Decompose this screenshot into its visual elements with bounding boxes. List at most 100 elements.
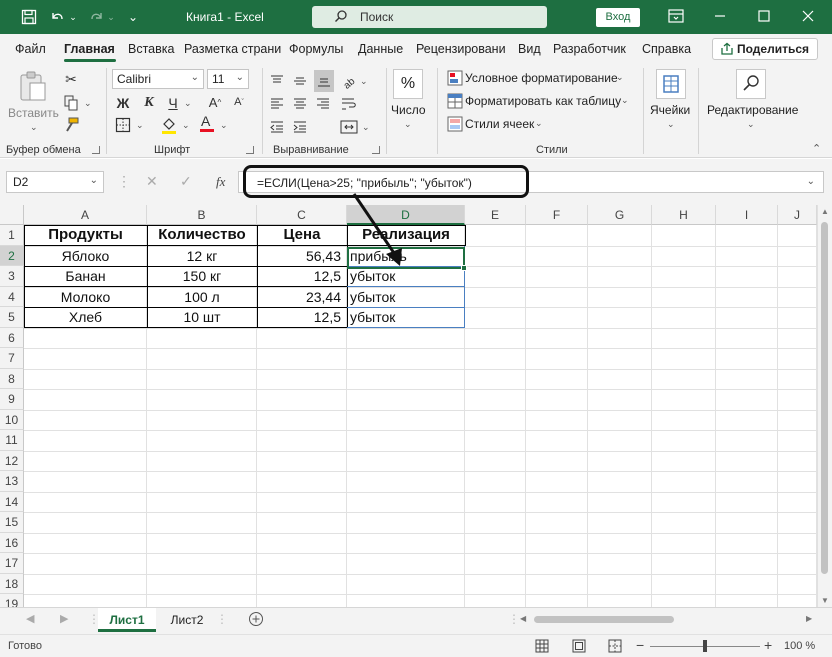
zoom-out-icon[interactable]: − xyxy=(636,637,644,653)
increase-indent-icon[interactable] xyxy=(291,118,309,136)
cut-icon[interactable]: ✂ xyxy=(62,70,80,88)
row-header-3[interactable]: 3 xyxy=(0,266,24,287)
format-table-dropdown-icon[interactable]: ⌄ xyxy=(621,95,629,106)
vertical-scroll-thumb[interactable] xyxy=(821,222,828,574)
undo-dropdown-icon[interactable]: ⌄ xyxy=(68,8,78,26)
copy-dropdown-icon[interactable]: ⌄ xyxy=(84,98,92,109)
cell-c4[interactable]: 23,44 xyxy=(257,287,347,308)
tab-page-layout[interactable]: Разметка страни xyxy=(184,42,281,56)
cell-styles-button[interactable]: Стили ячеек xyxy=(465,117,534,131)
tab-insert[interactable]: Вставка xyxy=(128,42,174,56)
font-size-combo[interactable]: 11 ⌄ xyxy=(207,69,249,89)
prev-sheet-icon[interactable]: ◀ xyxy=(26,612,34,625)
next-sheet-icon[interactable]: ▶ xyxy=(60,612,68,625)
redo-icon[interactable] xyxy=(88,8,106,26)
minimize-icon[interactable] xyxy=(713,9,727,23)
align-right-icon[interactable] xyxy=(314,95,332,113)
decrease-indent-icon[interactable] xyxy=(268,118,286,136)
cancel-icon[interactable]: ✕ xyxy=(146,173,158,190)
tab-home[interactable]: Главная xyxy=(64,42,115,56)
normal-view-icon[interactable] xyxy=(535,639,549,656)
cell-styles-dropdown-icon[interactable]: ⌄ xyxy=(535,118,543,129)
header-cell-b1[interactable]: Количество xyxy=(147,225,257,246)
tab-data[interactable]: Данные xyxy=(358,42,403,56)
row-header-6[interactable]: 6 xyxy=(0,327,24,348)
cell-d5[interactable]: убыток xyxy=(347,307,465,328)
insert-function-icon[interactable]: fx xyxy=(216,174,225,190)
row-header-12[interactable]: 12 xyxy=(0,450,24,471)
share-button[interactable]: Поделиться xyxy=(712,38,818,60)
number-format-button[interactable]: Число xyxy=(391,103,426,117)
cell-c3[interactable]: 12,5 xyxy=(257,266,347,287)
column-header-a[interactable]: A xyxy=(24,205,147,225)
row-header-15[interactable]: 15 xyxy=(0,512,24,533)
enter-check-icon[interactable]: ✓ xyxy=(180,173,192,190)
search-box[interactable]: Поиск xyxy=(312,6,547,28)
tab-view[interactable]: Вид xyxy=(518,42,541,56)
zoom-slider-thumb[interactable] xyxy=(703,640,707,652)
row-header-7[interactable]: 7 xyxy=(0,348,24,369)
cells-icon[interactable] xyxy=(656,69,686,99)
paste-dropdown-icon[interactable]: ⌄ xyxy=(30,122,38,133)
column-header-g[interactable]: G xyxy=(588,205,652,225)
sheet-tab-2[interactable]: Лист2 xyxy=(158,608,216,632)
percent-icon[interactable]: % xyxy=(393,69,423,99)
cell-b2[interactable]: 12 кг xyxy=(147,246,257,267)
cells-button[interactable]: Ячейки xyxy=(650,103,690,117)
name-box[interactable]: D2 ⌄ xyxy=(6,171,104,193)
align-top-icon[interactable] xyxy=(268,72,286,90)
decrease-font-size-icon[interactable]: Aˇ xyxy=(230,93,248,111)
wrap-text-icon[interactable] xyxy=(340,95,358,113)
column-header-j[interactable]: J xyxy=(778,205,817,225)
row-header-14[interactable]: 14 xyxy=(0,491,24,512)
row-header-13[interactable]: 13 xyxy=(0,471,24,492)
tab-developer[interactable]: Разработчик xyxy=(553,42,626,56)
add-sheet-icon[interactable] xyxy=(248,611,264,630)
expand-formula-bar-icon[interactable]: ⌄ xyxy=(807,176,815,187)
font-color-dropdown-icon[interactable]: ⌄ xyxy=(220,120,228,131)
select-all-corner[interactable] xyxy=(0,205,24,225)
zoom-level[interactable]: 100 % xyxy=(784,640,815,652)
fill-color-icon[interactable] xyxy=(160,116,178,134)
font-launcher-icon[interactable] xyxy=(246,146,254,154)
editing-dropdown-icon[interactable]: ⌄ xyxy=(747,119,755,130)
row-header-4[interactable]: 4 xyxy=(0,286,24,307)
formula-bar-splitter-icon[interactable]: ⋮ xyxy=(117,173,131,190)
orientation-dropdown-icon[interactable]: ⌄ xyxy=(360,76,368,87)
undo-icon[interactable] xyxy=(48,8,66,26)
italic-button[interactable]: К xyxy=(140,94,158,112)
row-header-17[interactable]: 17 xyxy=(0,553,24,574)
scroll-right-icon[interactable]: ▶ xyxy=(806,614,812,623)
align-left-icon[interactable] xyxy=(268,95,286,113)
row-header-16[interactable]: 16 xyxy=(0,532,24,553)
page-layout-view-icon[interactable] xyxy=(572,639,586,656)
hscroll-splitter-icon[interactable]: ⋮ xyxy=(508,612,520,626)
collapse-ribbon-icon[interactable]: ⌃ xyxy=(812,142,821,155)
row-header-5[interactable]: 5 xyxy=(0,307,24,328)
font-color-icon[interactable]: A xyxy=(198,113,216,132)
cell-a5[interactable]: Хлеб xyxy=(24,307,147,328)
cell-d4[interactable]: убыток xyxy=(347,287,465,308)
bold-button[interactable]: Ж xyxy=(114,94,132,112)
sheet-tab-1[interactable]: Лист1 xyxy=(98,608,156,632)
zoom-in-icon[interactable]: + xyxy=(764,637,772,653)
row-header-9[interactable]: 9 xyxy=(0,389,24,410)
column-header-f[interactable]: F xyxy=(526,205,588,225)
column-header-i[interactable]: I xyxy=(716,205,778,225)
column-header-b[interactable]: B xyxy=(147,205,257,225)
underline-dropdown-icon[interactable]: ⌄ xyxy=(184,98,192,109)
scroll-left-icon[interactable]: ◀ xyxy=(520,614,526,623)
align-center-icon[interactable] xyxy=(291,95,309,113)
copy-icon[interactable] xyxy=(62,94,80,112)
paste-icon[interactable] xyxy=(18,70,48,105)
cell-a3[interactable]: Банан xyxy=(24,266,147,287)
alignment-launcher-icon[interactable] xyxy=(372,146,380,154)
cells-dropdown-icon[interactable]: ⌄ xyxy=(667,119,675,130)
tab-review[interactable]: Рецензировани xyxy=(416,42,506,56)
page-break-view-icon[interactable] xyxy=(608,639,622,656)
tab-formulas[interactable]: Формулы xyxy=(289,42,343,56)
row-header-10[interactable]: 10 xyxy=(0,409,24,430)
scroll-down-icon[interactable]: ▼ xyxy=(821,596,829,605)
row-header-18[interactable]: 18 xyxy=(0,573,24,594)
row-header-11[interactable]: 11 xyxy=(0,430,24,451)
